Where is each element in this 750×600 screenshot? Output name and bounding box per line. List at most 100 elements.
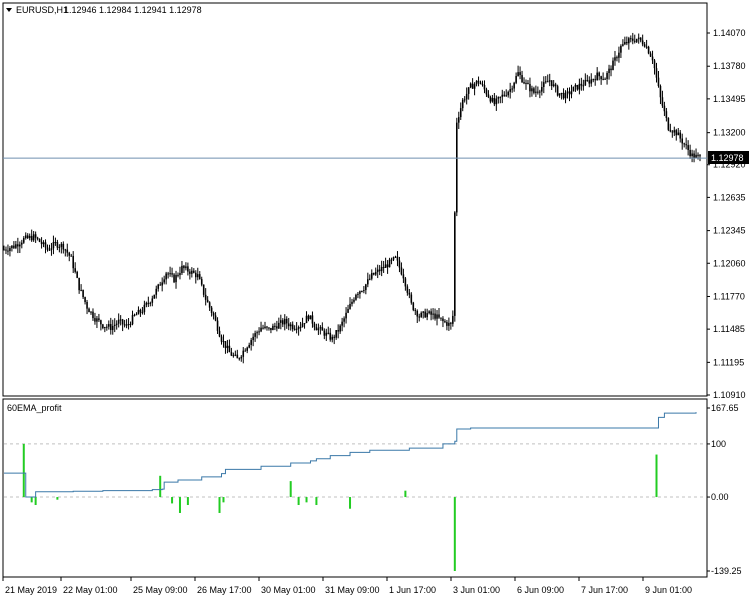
candle-body [38, 238, 41, 242]
candle-body [455, 122, 458, 213]
candle-body [671, 131, 674, 133]
candle-body [13, 245, 15, 248]
candle-body [602, 78, 604, 80]
candle-body [58, 246, 61, 248]
candle-body [574, 84, 577, 87]
candle-body [372, 273, 375, 275]
candle-body [238, 358, 241, 360]
candle-body [72, 255, 75, 269]
candle-body [681, 138, 684, 144]
price-axis-label: 1.12060 [713, 258, 746, 268]
indicator-axis-label: -139.25 [711, 566, 742, 576]
candle-body [276, 326, 278, 329]
candle-body [129, 324, 132, 326]
candle-body [469, 83, 472, 88]
indicator-bar [30, 497, 33, 503]
ohlc-values: 1.12946 1.12984 1.12941 1.12978 [64, 5, 202, 15]
candle-body [48, 249, 51, 251]
candle-body [598, 72, 600, 77]
indicator-axis[interactable]: 167.65 100 0.00 -139.25 [707, 403, 742, 576]
candle-body [212, 312, 215, 316]
candle-body [5, 249, 7, 251]
candle-body [537, 91, 539, 93]
candle-body [301, 323, 304, 327]
candle-body [311, 315, 314, 324]
candle-body [252, 336, 254, 341]
candle-body [426, 313, 428, 318]
candle-body [161, 282, 163, 286]
candle-body [295, 328, 298, 330]
price-axis-label: 1.12345 [713, 226, 746, 236]
candle-body [173, 274, 175, 283]
candle-body [278, 322, 280, 329]
candle-body [452, 315, 454, 324]
candle-body [240, 356, 243, 359]
candle-body [440, 317, 442, 319]
candle-body [457, 117, 460, 123]
indicator-frame[interactable] [2, 398, 708, 578]
candle-body [471, 83, 474, 89]
time-axis[interactable]: 21 May 2019 22 May 01:00 25 May 09:00 26 Ma… [2, 577, 692, 595]
candle-body [131, 315, 134, 325]
candle-body [370, 273, 373, 279]
candle-body [44, 242, 47, 248]
candle-body [495, 98, 498, 105]
candle-body [477, 80, 480, 83]
candle-body [444, 321, 446, 323]
candle-body [76, 271, 78, 278]
candle-body [394, 256, 397, 258]
candle-body [224, 341, 227, 349]
candle-body [104, 327, 106, 329]
candle-body [54, 241, 57, 243]
indicator-bar [655, 454, 658, 498]
candle-body [256, 332, 258, 334]
candle-body [169, 273, 171, 275]
candle-body [353, 299, 355, 302]
candle-body [365, 284, 367, 291]
candle-body [202, 284, 205, 295]
candle-body [141, 312, 144, 314]
candle-body [384, 264, 387, 268]
trading-chart[interactable]: EURUSD,H1 1.12946 1.12984 1.12941 1.1297… [0, 0, 750, 600]
candle-body [299, 326, 302, 328]
candle-body [268, 327, 270, 329]
price-axis[interactable]: 1.140701.137801.134951.132001.129201.126… [707, 28, 746, 400]
candle-body [323, 330, 326, 336]
candle-body [639, 37, 642, 41]
candle-body [183, 265, 185, 269]
candle-body [560, 92, 563, 94]
candle-body [218, 330, 221, 337]
candle-body [402, 274, 405, 279]
candle-body [600, 76, 602, 80]
candle-body [236, 354, 239, 359]
candle-body [643, 44, 646, 47]
candle-body [107, 324, 110, 327]
candle-body [15, 244, 17, 248]
candle-body [339, 325, 341, 332]
candle-body [117, 319, 120, 324]
candle-body [163, 279, 165, 283]
candle-body [649, 53, 652, 57]
candle-body [281, 320, 284, 325]
candle-body [60, 243, 63, 247]
candle-body [159, 284, 162, 286]
candle-body [588, 80, 591, 84]
candle-body [687, 145, 689, 150]
candle-body [568, 91, 571, 95]
candle-body [147, 302, 150, 304]
main-chart-frame[interactable] [2, 2, 708, 397]
candle-body [552, 84, 555, 87]
candle-body [544, 81, 547, 83]
candle-body [513, 82, 515, 89]
candle-body [191, 270, 193, 274]
candle-body [167, 273, 169, 275]
candle-body [121, 319, 124, 325]
candle-body [313, 323, 316, 328]
candle-body [554, 84, 557, 87]
candle-body [535, 91, 537, 93]
candle-body [380, 266, 383, 272]
candle-body [531, 88, 533, 92]
candle-body [157, 284, 160, 289]
candle-body [475, 80, 478, 85]
candle-body [24, 235, 27, 239]
